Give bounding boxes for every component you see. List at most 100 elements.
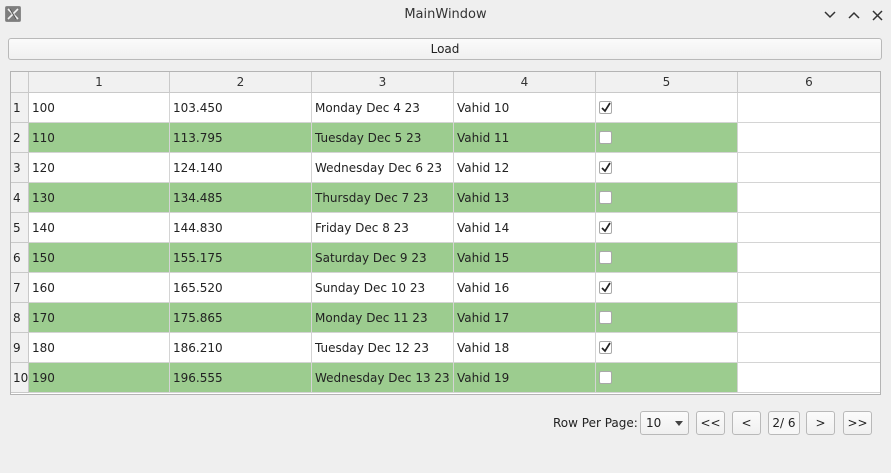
table-cell[interactable] <box>596 153 738 183</box>
table-cell[interactable]: 110 <box>29 123 170 153</box>
row-checkbox[interactable] <box>599 311 612 324</box>
row-checkbox[interactable] <box>599 221 612 234</box>
table-cell[interactable]: Vahid 13 <box>454 183 596 213</box>
table-cell[interactable] <box>738 363 880 393</box>
table-cell[interactable] <box>738 93 880 123</box>
row-checkbox[interactable] <box>599 161 612 174</box>
table-cell[interactable]: Monday Dec 11 23 <box>312 303 454 333</box>
table-cell[interactable]: 140 <box>29 213 170 243</box>
maximize-button[interactable] <box>844 5 864 25</box>
table-cell[interactable]: 196.555 <box>170 363 312 393</box>
row-header[interactable]: 6 <box>11 243 29 273</box>
minimize-button[interactable] <box>820 5 840 25</box>
close-icon <box>871 9 883 21</box>
table-cell[interactable] <box>738 213 880 243</box>
table-cell[interactable]: 186.210 <box>170 333 312 363</box>
table-cell[interactable]: Tuesday Dec 5 23 <box>312 123 454 153</box>
table-cell[interactable]: Vahid 10 <box>454 93 596 123</box>
table-cell[interactable]: Tuesday Dec 12 23 <box>312 333 454 363</box>
table-cell[interactable] <box>596 123 738 153</box>
row-checkbox[interactable] <box>599 101 612 114</box>
table-cell[interactable]: 134.485 <box>170 183 312 213</box>
row-header[interactable]: 1 <box>11 93 29 123</box>
table-cell[interactable]: 160 <box>29 273 170 303</box>
row-checkbox[interactable] <box>599 371 612 384</box>
table-cell[interactable]: Vahid 14 <box>454 213 596 243</box>
table-cell[interactable]: 120 <box>29 153 170 183</box>
data-table[interactable]: 1 2 3 4 5 6 1 100 103.450 Monday Dec 4 23 Vahid 10… <box>10 71 881 395</box>
prev-page-button[interactable]: < <box>732 411 761 435</box>
table-cell[interactable] <box>596 273 738 303</box>
table-cell[interactable]: Vahid 17 <box>454 303 596 333</box>
table-cell[interactable]: Vahid 11 <box>454 123 596 153</box>
table-cell[interactable]: Monday Dec 4 23 <box>312 93 454 123</box>
column-header-5[interactable]: 5 <box>596 72 738 93</box>
table-cell[interactable]: Vahid 15 <box>454 243 596 273</box>
table-cell[interactable]: Sunday Dec 10 23 <box>312 273 454 303</box>
table-cell[interactable]: 113.795 <box>170 123 312 153</box>
column-header-3[interactable]: 3 <box>312 72 454 93</box>
table-cell[interactable] <box>738 243 880 273</box>
row-header[interactable]: 7 <box>11 273 29 303</box>
row-header[interactable]: 8 <box>11 303 29 333</box>
table-cell[interactable]: Wednesday Dec 13 23 <box>312 363 454 393</box>
table-cell[interactable] <box>738 123 880 153</box>
table-cell[interactable] <box>596 333 738 363</box>
rows-per-page-value: 10 <box>646 416 662 430</box>
table-cell[interactable] <box>738 273 880 303</box>
table-cell[interactable]: 170 <box>29 303 170 333</box>
table-cell[interactable] <box>738 153 880 183</box>
row-checkbox[interactable] <box>599 251 612 264</box>
column-header-4[interactable]: 4 <box>454 72 596 93</box>
row-header[interactable]: 2 <box>11 123 29 153</box>
table-cell[interactable] <box>596 213 738 243</box>
table-cell[interactable] <box>738 333 880 363</box>
column-header-2[interactable]: 2 <box>170 72 312 93</box>
row-header[interactable]: 4 <box>11 183 29 213</box>
table-cell[interactable]: Friday Dec 8 23 <box>312 213 454 243</box>
close-button[interactable] <box>867 5 887 25</box>
table-cell[interactable]: Thursday Dec 7 23 <box>312 183 454 213</box>
table-cell[interactable]: Vahid 18 <box>454 333 596 363</box>
table-cell[interactable]: 175.865 <box>170 303 312 333</box>
column-header-6[interactable]: 6 <box>738 72 880 93</box>
table-cell[interactable]: 180 <box>29 333 170 363</box>
table-cell[interactable] <box>738 183 880 213</box>
row-header[interactable]: 5 <box>11 213 29 243</box>
table-cell[interactable]: Vahid 16 <box>454 273 596 303</box>
table-cell[interactable]: 150 <box>29 243 170 273</box>
table-cell[interactable] <box>596 303 738 333</box>
row-checkbox[interactable] <box>599 191 612 204</box>
table-cell[interactable]: 155.175 <box>170 243 312 273</box>
table-cell[interactable] <box>596 93 738 123</box>
last-page-button[interactable]: >> <box>843 411 872 435</box>
row-header[interactable]: 10 <box>11 363 29 393</box>
table-cell[interactable]: 190 <box>29 363 170 393</box>
first-page-button[interactable]: << <box>696 411 725 435</box>
load-button[interactable]: Load <box>8 38 882 60</box>
row-checkbox[interactable] <box>599 131 612 144</box>
table-cell[interactable]: 103.450 <box>170 93 312 123</box>
row-header[interactable]: 3 <box>11 153 29 183</box>
table-cell[interactable]: Vahid 12 <box>454 153 596 183</box>
column-header-1[interactable]: 1 <box>29 72 170 93</box>
table-cell[interactable]: 130 <box>29 183 170 213</box>
table-cell[interactable]: Saturday Dec 9 23 <box>312 243 454 273</box>
table-cell[interactable]: Vahid 19 <box>454 363 596 393</box>
table-cell[interactable]: 124.140 <box>170 153 312 183</box>
next-page-button[interactable]: > <box>806 411 835 435</box>
table-cell[interactable]: 144.830 <box>170 213 312 243</box>
table-cell[interactable] <box>596 243 738 273</box>
table-cell[interactable] <box>596 183 738 213</box>
rows-per-page-select[interactable]: 10 <box>640 411 689 435</box>
table-cell[interactable]: Wednesday Dec 6 23 <box>312 153 454 183</box>
row-header[interactable]: 9 <box>11 333 29 363</box>
table-cell[interactable] <box>596 363 738 393</box>
table-cell[interactable] <box>738 303 880 333</box>
checkmark-icon <box>601 342 611 353</box>
table-cell[interactable]: 165.520 <box>170 273 312 303</box>
row-checkbox[interactable] <box>599 281 612 294</box>
table-cell[interactable]: 100 <box>29 93 170 123</box>
page-indicator: 2/ 6 <box>768 411 800 435</box>
row-checkbox[interactable] <box>599 341 612 354</box>
